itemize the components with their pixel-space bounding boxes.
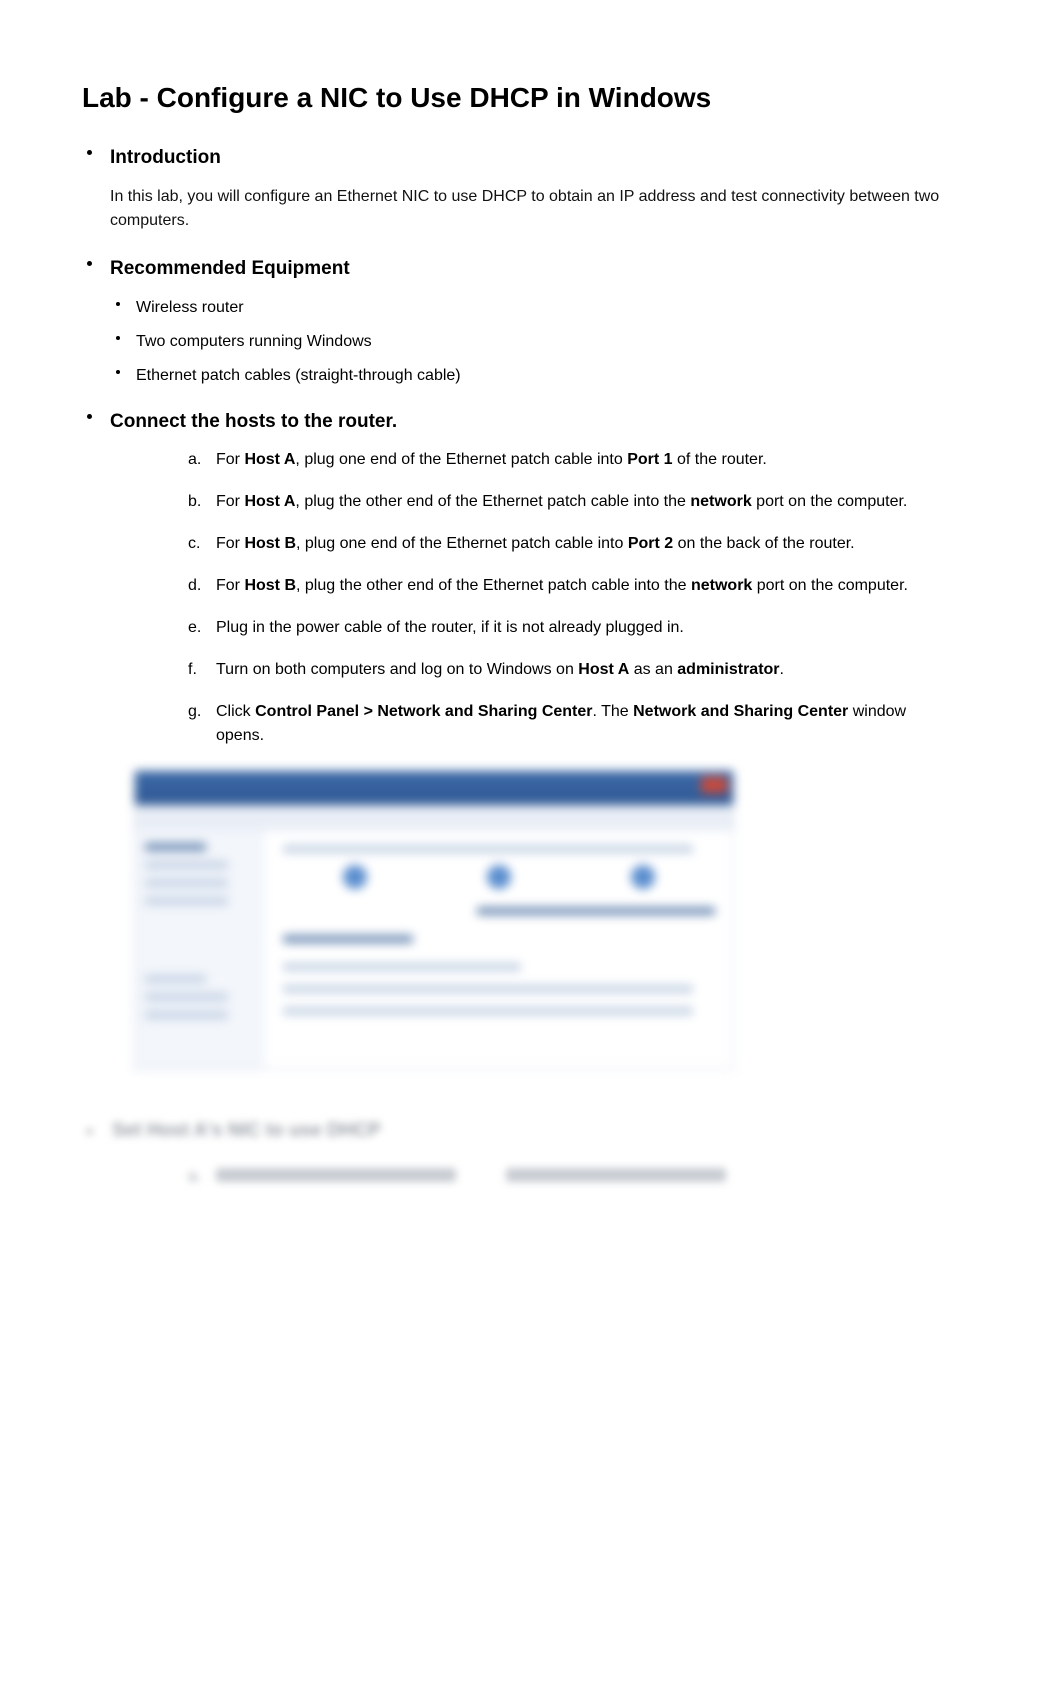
step-letter: a. (188, 1168, 216, 1186)
equipment-item: Ethernet patch cables (straight-through … (110, 364, 980, 388)
bullet-marker (87, 414, 92, 419)
step-item: f.Turn on both computers and log on to W… (188, 658, 980, 682)
section-connect: Connect the hosts to the router. a.For H… (82, 410, 980, 1071)
step-letter: f. (188, 658, 216, 682)
bullet-marker (87, 1129, 92, 1134)
equipment-list: Wireless router Two computers running Wi… (110, 296, 980, 388)
step-item: a.For Host A, plug one end of the Ethern… (188, 448, 980, 472)
section-equipment: Recommended Equipment Wireless router Tw… (82, 257, 980, 388)
connect-heading: Connect the hosts to the router. (110, 410, 980, 435)
step-letter: g. (188, 700, 216, 748)
step-text: For Host A, plug one end of the Ethernet… (216, 448, 980, 472)
step-text: For Host A, plug the other end of the Et… (216, 490, 980, 514)
step-letter: c. (188, 532, 216, 556)
step-item: g.Click Control Panel > Network and Shar… (188, 700, 980, 748)
step-text: Click Control Panel > Network and Sharin… (216, 700, 980, 748)
step-item: e.Plug in the power cable of the router,… (188, 616, 980, 640)
equipment-heading: Recommended Equipment (110, 257, 980, 282)
bullet-marker (87, 261, 92, 266)
step-item: b.For Host A, plug the other end of the … (188, 490, 980, 514)
blurred-step: a. (188, 1168, 980, 1186)
blurred-heading: Set Host A's NIC to use DHCP (112, 1120, 381, 1142)
step-item: c.For Host B, plug one end of the Ethern… (188, 532, 980, 556)
blurred-text (506, 1168, 726, 1182)
step-text: For Host B, plug one end of the Ethernet… (216, 532, 980, 556)
section-introduction: Introduction In this lab, you will confi… (82, 146, 980, 233)
connect-steps: a.For Host A, plug one end of the Ethern… (188, 448, 980, 748)
step-letter: a. (188, 448, 216, 472)
page-title: Lab - Configure a NIC to Use DHCP in Win… (82, 80, 980, 116)
step-item: d.For Host B, plug the other end of the … (188, 574, 980, 598)
equipment-item: Two computers running Windows (110, 330, 980, 354)
step-text: Plug in the power cable of the router, i… (216, 616, 980, 640)
step-text: For Host B, plug the other end of the Et… (216, 574, 980, 598)
blurred-text (216, 1168, 456, 1182)
step-letter: d. (188, 574, 216, 598)
section-blurred: Set Host A's NIC to use DHCP a. (82, 1120, 980, 1186)
bullet-marker (87, 150, 92, 155)
step-text: Turn on both computers and log on to Win… (216, 658, 980, 682)
intro-body: In this lab, you will configure an Ether… (110, 185, 980, 233)
intro-heading: Introduction (110, 146, 980, 171)
step-letter: b. (188, 490, 216, 514)
network-sharing-center-screenshot (134, 770, 734, 1070)
equipment-item: Wireless router (110, 296, 980, 320)
step-letter: e. (188, 616, 216, 640)
